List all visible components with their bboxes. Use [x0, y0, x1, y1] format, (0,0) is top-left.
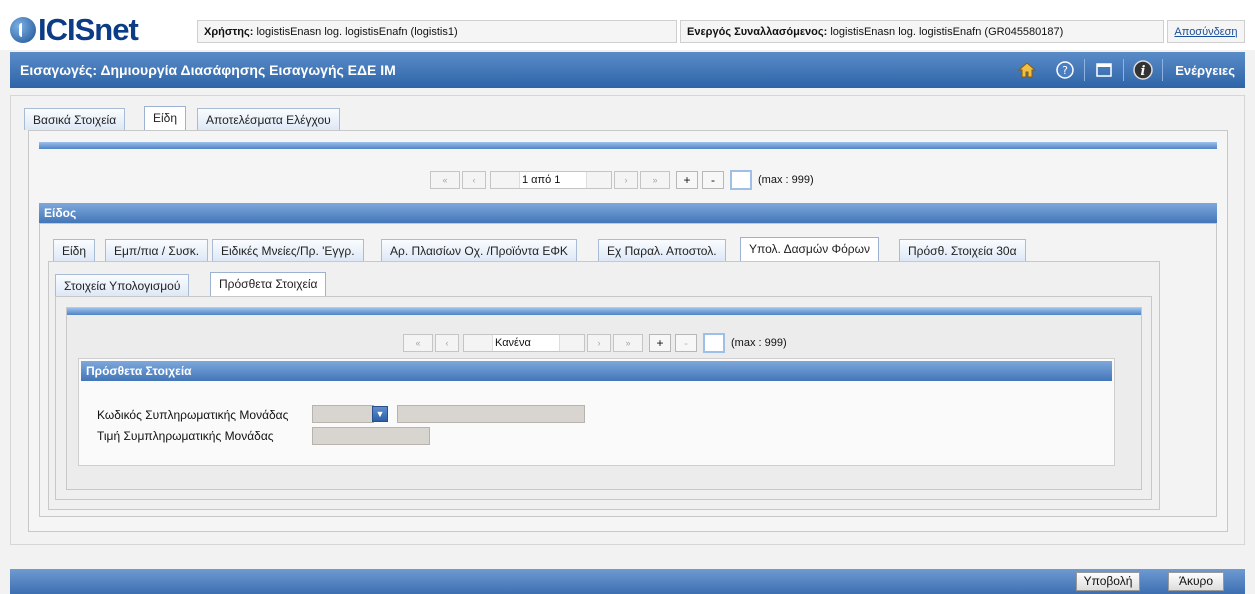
- logo-text: ICISnet: [38, 12, 139, 47]
- trader-label: Ενεργός Συναλλασόμενος:: [687, 26, 828, 38]
- additional-list-panel: « ‹ Κανένα › » + - (max: 999) Πρόσθετα …: [66, 307, 1142, 490]
- tab-export-refs[interactable]: Εχ Παραλ. Αποστολ.: [598, 239, 726, 261]
- home-icon[interactable]: [1016, 59, 1038, 81]
- footer-bar: Υποβολή Άκυρο: [10, 569, 1245, 594]
- svg-text:i: i: [1141, 64, 1146, 79]
- remove-item-button[interactable]: -: [702, 171, 724, 189]
- page-jump-input[interactable]: [730, 170, 752, 190]
- page-text: Κανένα: [495, 337, 531, 349]
- add-item-button[interactable]: +: [676, 171, 698, 189]
- tab-calc-data[interactable]: Στοιχεία Υπολογισμού: [55, 274, 190, 296]
- svg-text:?: ?: [1062, 64, 1068, 77]
- next-page-button[interactable]: ›: [614, 171, 638, 189]
- app-header: ICISnet Χρήστης: logistisEnasn log. logi…: [0, 0, 1255, 50]
- tab-special-mentions[interactable]: Ειδικές Μνείες/Πρ. 'Εγγρ.: [212, 239, 364, 261]
- add-row-button[interactable]: +: [649, 334, 671, 352]
- max-items-label: (max : 999): [731, 337, 787, 349]
- tab-items[interactable]: Είδη: [144, 106, 187, 130]
- list-strip: [67, 308, 1141, 315]
- tax-calc-panel: Στοιχεία Υπολογισμού Πρόσθετα Στοιχεία «…: [48, 261, 1160, 510]
- help-icon[interactable]: ?: [1054, 59, 1076, 81]
- trader-info: Ενεργός Συναλλασόμενος: logistisEnasn lo…: [680, 20, 1164, 43]
- last-page-button[interactable]: »: [640, 171, 670, 189]
- icisnet-logo: ICISnet: [10, 12, 139, 47]
- panel-strip: [39, 142, 1217, 149]
- tab-goods-packages[interactable]: Εμπ/πια / Συσκ.: [105, 239, 209, 261]
- max-items-label: (max : 999): [758, 174, 814, 186]
- toolbar-separator: [1123, 59, 1125, 81]
- tab-tax-calc[interactable]: Υπολ. Δασμών Φόρων: [740, 237, 879, 261]
- prev-page-button[interactable]: ‹: [462, 171, 486, 189]
- additional-form-box: Πρόσθετα Στοιχεία Κωδικός Συπληρωματικής…: [78, 358, 1115, 466]
- remove-row-button[interactable]: -: [675, 334, 697, 352]
- item-section-body: Είδη Εμπ/πια / Συσκ. Ειδικές Μνείες/Πρ. …: [39, 223, 1217, 517]
- page-title: Εισαγωγές: Δημιουργία Διασάφησης Εισαγωγ…: [20, 62, 396, 78]
- info-icon[interactable]: i: [1132, 59, 1154, 81]
- tab-extra-30a[interactable]: Πρόσθ. Στοιχεία 30α: [899, 239, 1026, 261]
- additional-data-panel: « ‹ Κανένα › » + - (max: 999) Πρόσθετα …: [55, 296, 1152, 500]
- actions-menu[interactable]: Ενέργειες: [1163, 63, 1245, 78]
- page-text: 1 από 1: [522, 174, 561, 186]
- submit-button[interactable]: Υποβολή: [1076, 572, 1140, 591]
- tab-containers-excise[interactable]: Αρ. Πλαισίων Οχ. /Προϊόντα ΕΦΚ: [381, 239, 577, 261]
- section-header-additional: Πρόσθετα Στοιχεία: [81, 361, 1112, 381]
- tab-additional-data[interactable]: Πρόσθετα Στοιχεία: [210, 272, 327, 296]
- logo-icon: [10, 17, 36, 43]
- supp-unit-description-field[interactable]: [397, 405, 585, 423]
- section-header-item: Είδος: [39, 203, 1217, 223]
- next-page-button[interactable]: ›: [587, 334, 611, 352]
- page-indicator: Κανένα: [463, 334, 585, 352]
- supp-unit-code-select[interactable]: [312, 405, 374, 423]
- tab-control-results[interactable]: Αποτελέσματα Ελέγχου: [197, 108, 340, 130]
- page-title-bar: Εισαγωγές: Δημιουργία Διασάφησης Εισαγωγ…: [10, 52, 1245, 88]
- tab-items-sub[interactable]: Είδη: [53, 239, 96, 261]
- page-indicator: 1 από 1: [490, 171, 612, 189]
- last-page-button[interactable]: »: [613, 334, 643, 352]
- tab-basic[interactable]: Βασικά Στοιχεία: [24, 108, 126, 130]
- supp-unit-price-input[interactable]: [312, 427, 430, 445]
- page-jump-input[interactable]: [703, 333, 725, 353]
- chevron-down-icon[interactable]: ▼: [372, 406, 388, 422]
- first-page-button[interactable]: «: [403, 334, 433, 352]
- items-panel: « ‹ 1 από 1 › » + - (max : 999) Είδος Εί…: [28, 130, 1228, 532]
- user-info: Χρήστης: logistisEnasn log. logistisEnaf…: [197, 20, 677, 43]
- user-value: logistisEnasn log. logistisEnafn (logist…: [256, 26, 458, 38]
- additional-pager: « ‹ Κανένα › » + - (max: 999): [403, 333, 787, 353]
- user-label: Χρήστης:: [204, 26, 254, 38]
- items-pager: « ‹ 1 από 1 › » + - (max : 999): [430, 170, 814, 190]
- prev-page-button[interactable]: ‹: [435, 334, 459, 352]
- main-content: Βασικά Στοιχεία Είδη Αποτελέσματα Ελέγχο…: [10, 95, 1245, 545]
- supp-unit-code-label: Κωδικός Συπληρωματικής Μονάδας: [97, 408, 289, 422]
- trader-value: logistisEnasn log. logistisEnafn (GR0455…: [830, 26, 1064, 38]
- logout-link[interactable]: Αποσύνδεση: [1174, 26, 1237, 38]
- first-page-button[interactable]: «: [430, 171, 460, 189]
- toolbar-separator: [1084, 59, 1086, 81]
- logout-box: Αποσύνδεση: [1167, 20, 1245, 43]
- cancel-button[interactable]: Άκυρο: [1168, 572, 1224, 591]
- title-toolbar: ? i Ενέργειες: [1008, 52, 1245, 88]
- supp-unit-price-label: Τιμή Συμπληρωματικής Μονάδας: [97, 429, 274, 443]
- window-icon[interactable]: [1093, 59, 1115, 81]
